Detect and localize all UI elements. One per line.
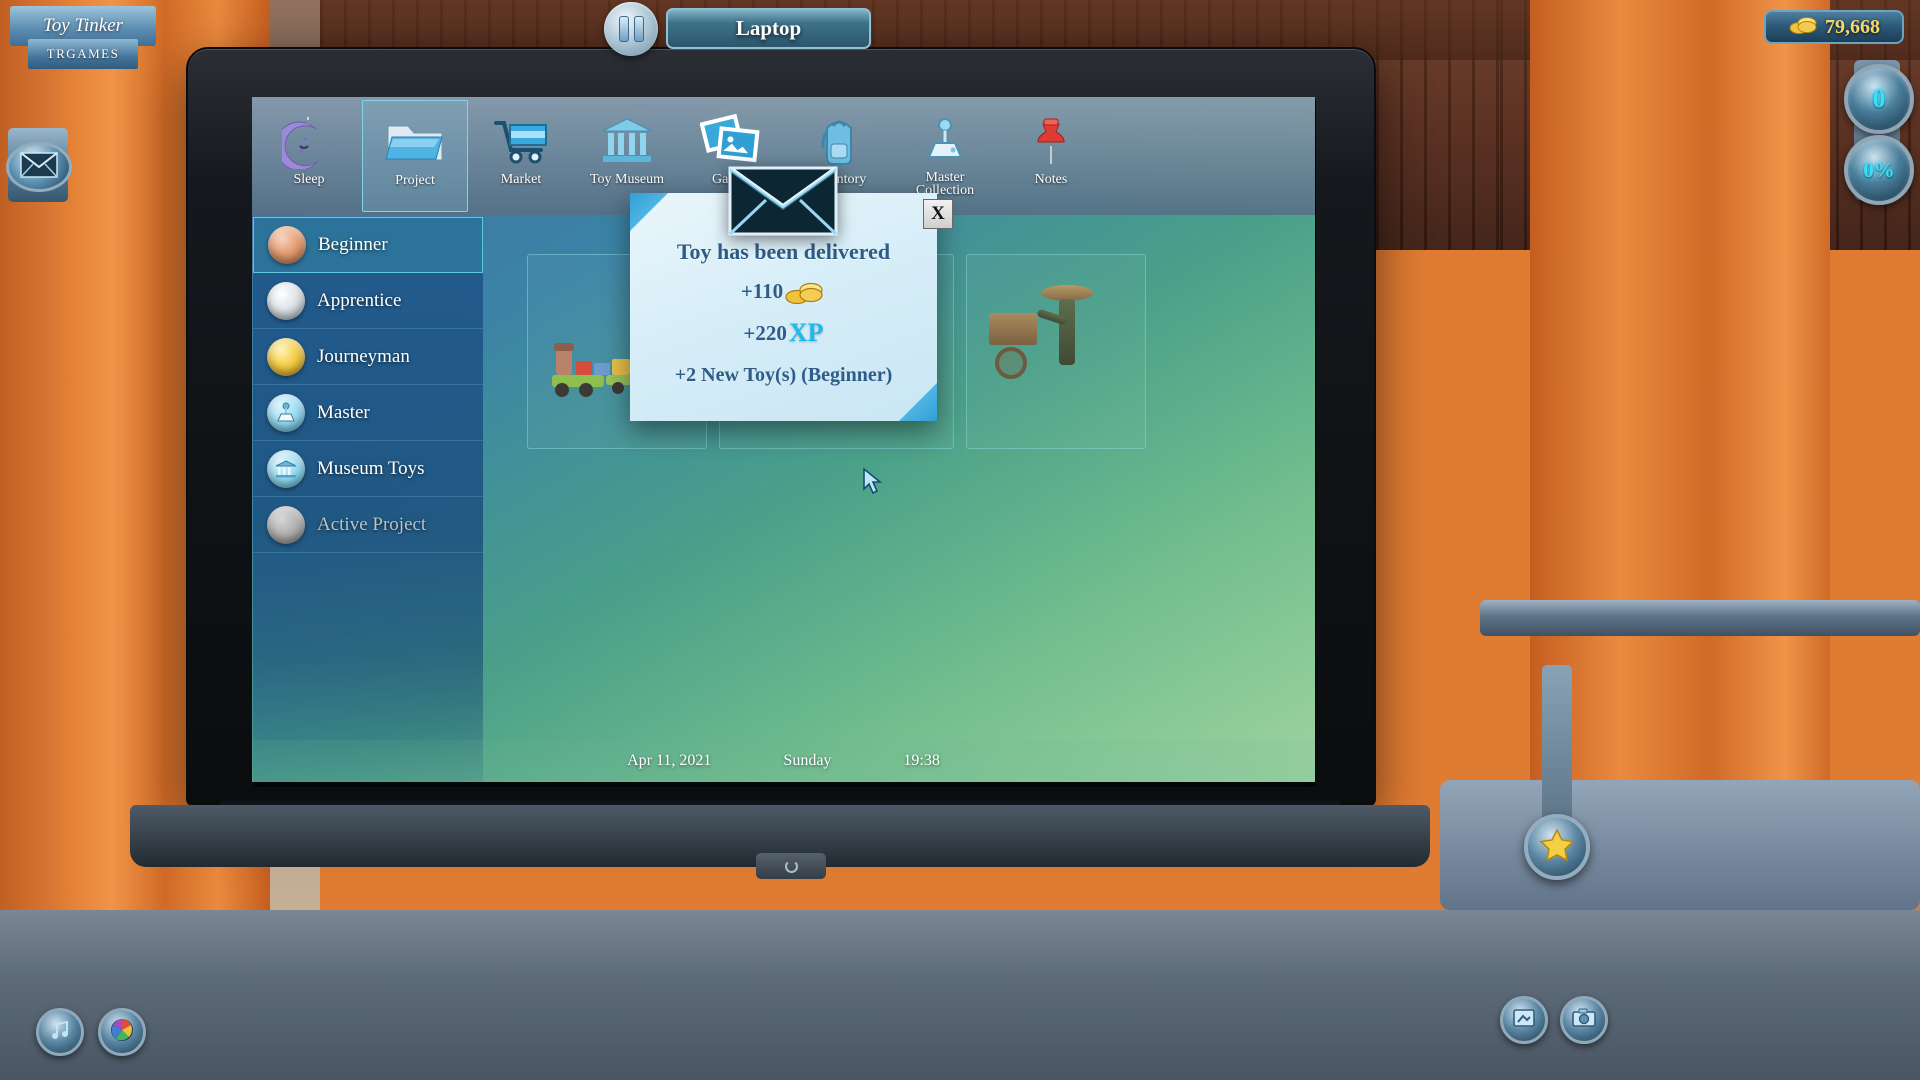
sidebar-item-active-project[interactable]: Active Project — [253, 497, 483, 553]
sidebar-item-master[interactable]: Master — [253, 385, 483, 441]
nav-item-project[interactable]: Project — [362, 100, 468, 212]
mail-circle — [6, 142, 72, 192]
folder-icon — [384, 111, 446, 173]
laptop-screen: Sleep Project Market Toy Museum Inventor… — [252, 97, 1315, 782]
coins-icon — [1788, 14, 1818, 41]
backpack-icon — [813, 110, 865, 172]
logo-subtitle: TRGAMES — [46, 46, 120, 61]
sidebar-item-journeyman[interactable]: Journeyman — [253, 329, 483, 385]
sidebar-label-apprentice: Apprentice — [317, 289, 402, 311]
category-sidebar: Beginner Apprentice Journeyman Master Mu… — [253, 217, 483, 782]
toy-cart-box — [989, 313, 1037, 345]
color-settings-button[interactable] — [98, 1008, 146, 1056]
progress-value: 0% — [1863, 157, 1895, 182]
photos-icon — [700, 110, 766, 172]
paper-fold-top-left — [630, 193, 668, 231]
achievements-button[interactable] — [1524, 814, 1590, 880]
nav-label-toy-museum: Toy Museum — [589, 172, 665, 187]
dialog-close-button[interactable]: X — [923, 199, 953, 229]
star-icon — [1539, 827, 1575, 867]
sidebar-label-master: Master — [317, 401, 370, 423]
level-badge-button[interactable] — [1500, 996, 1548, 1044]
dialog-coin-reward-row: +110 — [741, 279, 826, 304]
pause-button[interactable] — [604, 2, 658, 56]
nav-item-notes[interactable]: Notes — [998, 100, 1104, 212]
status-bar: Apr 11, 2021 Sunday 19:38 — [252, 740, 1315, 782]
rank-orb-inactive — [267, 505, 305, 544]
dialog-coin-amount: +110 — [740, 279, 784, 303]
nav-label-sleep: Sleep — [293, 172, 325, 187]
joystick-icon — [919, 110, 971, 172]
level-gauge: 0 — [1844, 64, 1914, 134]
mail-notification-button[interactable] — [6, 128, 72, 202]
sidebar-label-museum-toys: Museum Toys — [317, 457, 425, 479]
camera-button[interactable] — [1560, 996, 1608, 1044]
paper-fold-bottom-right — [899, 383, 937, 421]
rank-orb-master — [267, 393, 305, 432]
shopping-cart-icon — [490, 110, 552, 172]
logo-subtitle-plate: TRGAMES — [28, 39, 138, 69]
envelope-icon — [728, 166, 838, 236]
pushpin-icon — [1031, 110, 1071, 172]
museum-icon — [597, 110, 657, 172]
floor — [0, 910, 1920, 1080]
delivery-notification-dialog: X Toy has been delivered +110 +220 XP +2… — [630, 166, 953, 421]
rank-orb-silver — [267, 281, 305, 320]
desk-plate — [1440, 780, 1920, 910]
pause-bar-right — [633, 16, 644, 42]
status-time: 19:38 — [903, 752, 940, 769]
dialog-xp-reward-row: +220 XP — [743, 318, 823, 348]
toy-cart-wheel — [995, 347, 1027, 379]
logo-title: Toy Tinker — [42, 15, 124, 36]
status-weekday: Sunday — [783, 752, 832, 769]
toy-figure-body — [1059, 299, 1075, 365]
coin-counter: 79,668 — [1764, 10, 1904, 44]
nav-label-notes: Notes — [1034, 172, 1068, 187]
game-logo: Toy Tinker TRGAMES — [10, 6, 156, 72]
rank-orb-bronze — [268, 226, 306, 264]
museum-icon — [275, 459, 297, 477]
desk-pipe — [1480, 600, 1920, 636]
joystick-icon — [277, 402, 295, 421]
sidebar-item-beginner[interactable]: Beginner — [253, 217, 483, 273]
sidebar-label-journeyman: Journeyman — [317, 345, 410, 367]
nav-item-sleep[interactable]: Sleep — [256, 100, 362, 212]
window-title: Laptop — [735, 16, 802, 40]
music-button[interactable] — [36, 1008, 84, 1056]
dialog-xp-amount: +220 — [743, 320, 787, 345]
window-title-bar: Laptop — [666, 8, 871, 49]
level-value: 0 — [1872, 84, 1886, 113]
nav-item-market[interactable]: Market — [468, 100, 574, 212]
moon-icon — [282, 110, 336, 172]
dialog-body: Toy has been delivered +110 +220 XP +2 N… — [630, 239, 937, 387]
sidebar-item-apprentice[interactable]: Apprentice — [253, 273, 483, 329]
rank-orb-museum — [267, 449, 305, 488]
level-badge-icon — [1512, 1007, 1536, 1034]
color-wheel-icon — [109, 1017, 135, 1048]
camera-icon — [1571, 1007, 1597, 1034]
dialog-new-toys: +2 New Toy(s) (Beginner) — [674, 364, 893, 386]
power-icon — [784, 859, 798, 873]
pause-bar-left — [618, 16, 629, 42]
mouse-cursor-icon — [862, 467, 884, 500]
music-note-icon — [48, 1018, 72, 1047]
envelope-icon — [20, 151, 58, 183]
nav-label-project: Project — [395, 173, 435, 188]
dialog-title: Toy has been delivered — [676, 239, 891, 264]
sidebar-label-beginner: Beginner — [318, 234, 388, 255]
laptop-power-pad[interactable] — [756, 853, 826, 879]
status-date: Apr 11, 2021 — [627, 752, 712, 769]
nav-label-market: Market — [500, 172, 542, 187]
sidebar-label-active-project: Active Project — [317, 513, 427, 535]
rank-orb-gold — [267, 337, 305, 376]
coins-icon — [784, 280, 826, 304]
coin-amount: 79,668 — [1825, 15, 1880, 38]
sidebar-item-museum-toys[interactable]: Museum Toys — [253, 441, 483, 497]
toy-card-cart-figure[interactable] — [966, 254, 1146, 449]
progress-gauge: 0% — [1844, 135, 1914, 205]
dialog-xp-label: XP — [788, 318, 824, 347]
